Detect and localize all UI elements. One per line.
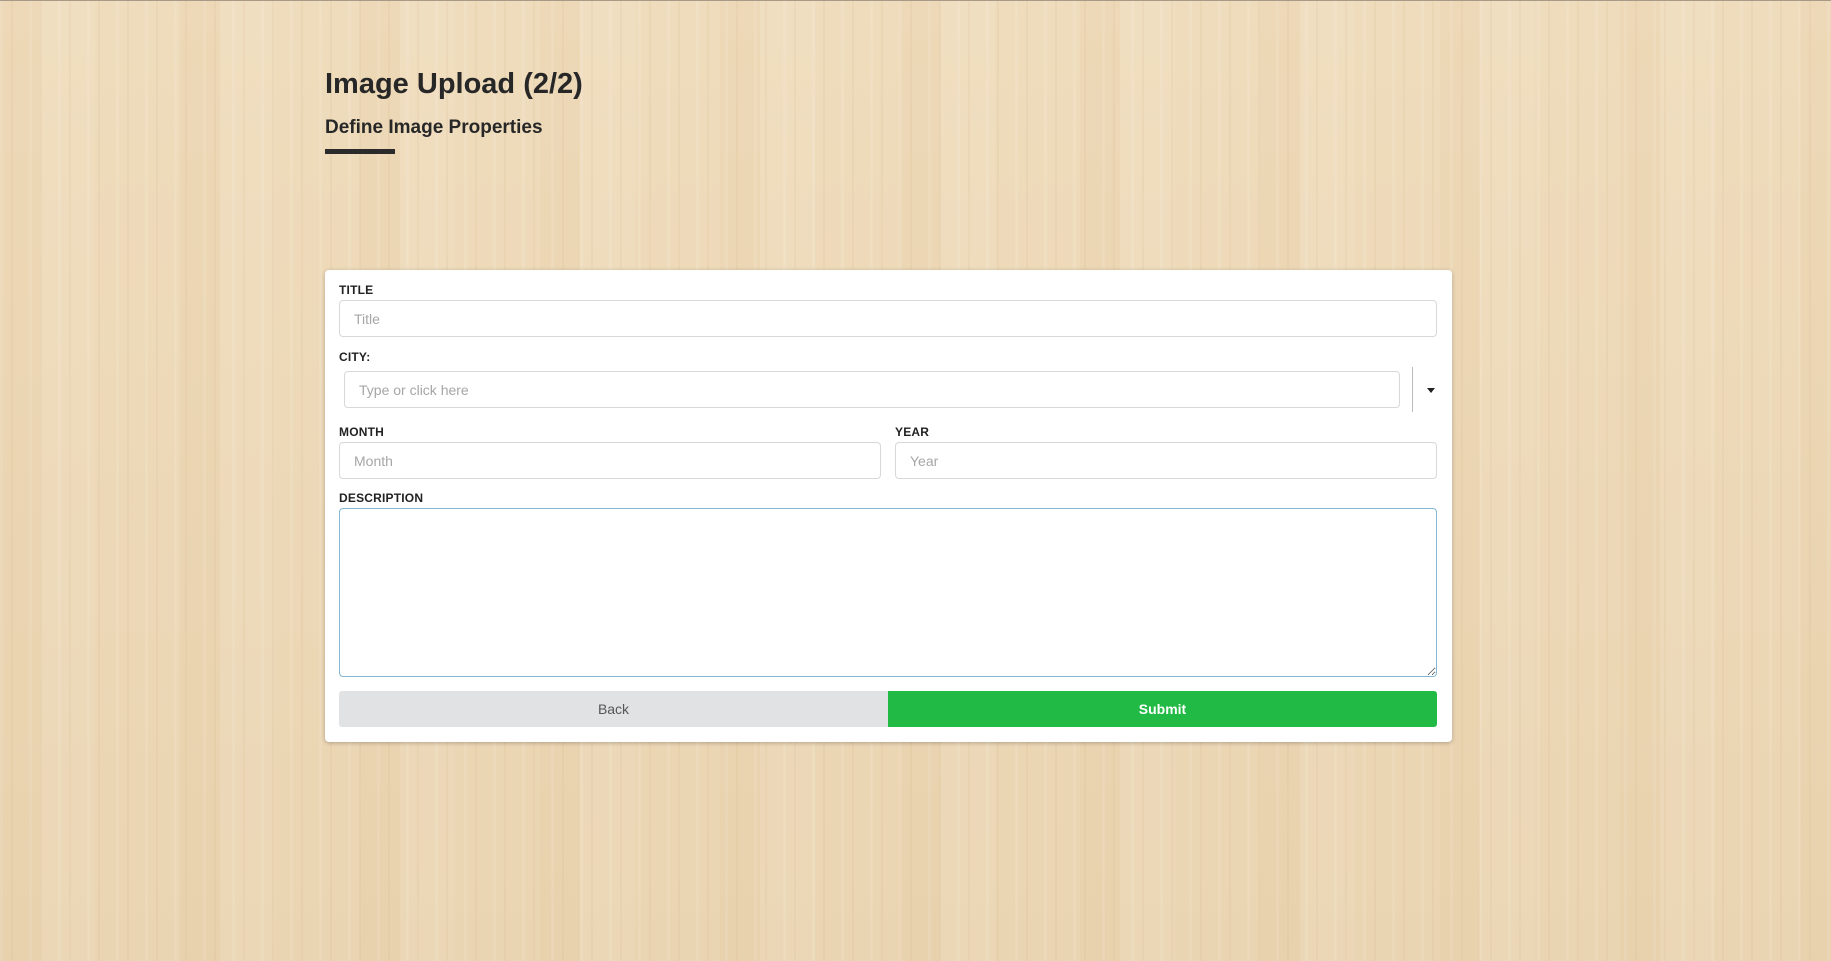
city-label: CITY: — [339, 350, 371, 364]
description-textarea[interactable] — [339, 508, 1437, 677]
city-dropdown-toggle[interactable] — [1418, 378, 1444, 402]
city-dropdown-divider — [1412, 367, 1413, 412]
city-input[interactable] — [344, 371, 1400, 408]
description-label: DESCRIPTION — [339, 491, 424, 505]
subtitle-underline — [325, 149, 395, 154]
caret-down-icon — [1427, 387, 1435, 393]
year-input[interactable] — [895, 442, 1437, 479]
back-button[interactable]: Back — [339, 691, 888, 727]
title-label: TITLE — [339, 283, 374, 297]
title-input[interactable] — [339, 300, 1437, 337]
year-label: YEAR — [895, 425, 930, 439]
page-header: Image Upload (2/2) Define Image Properti… — [325, 66, 583, 154]
page-title: Image Upload (2/2) — [325, 68, 583, 100]
top-border — [0, 0, 1831, 1]
page-subtitle: Define Image Properties — [325, 117, 543, 138]
image-properties-form: TITLE CITY: MONTH YEAR DESCRIPTION Back … — [325, 270, 1452, 742]
submit-button[interactable]: Submit — [888, 691, 1437, 727]
month-input[interactable] — [339, 442, 881, 479]
month-label: MONTH — [339, 425, 384, 439]
